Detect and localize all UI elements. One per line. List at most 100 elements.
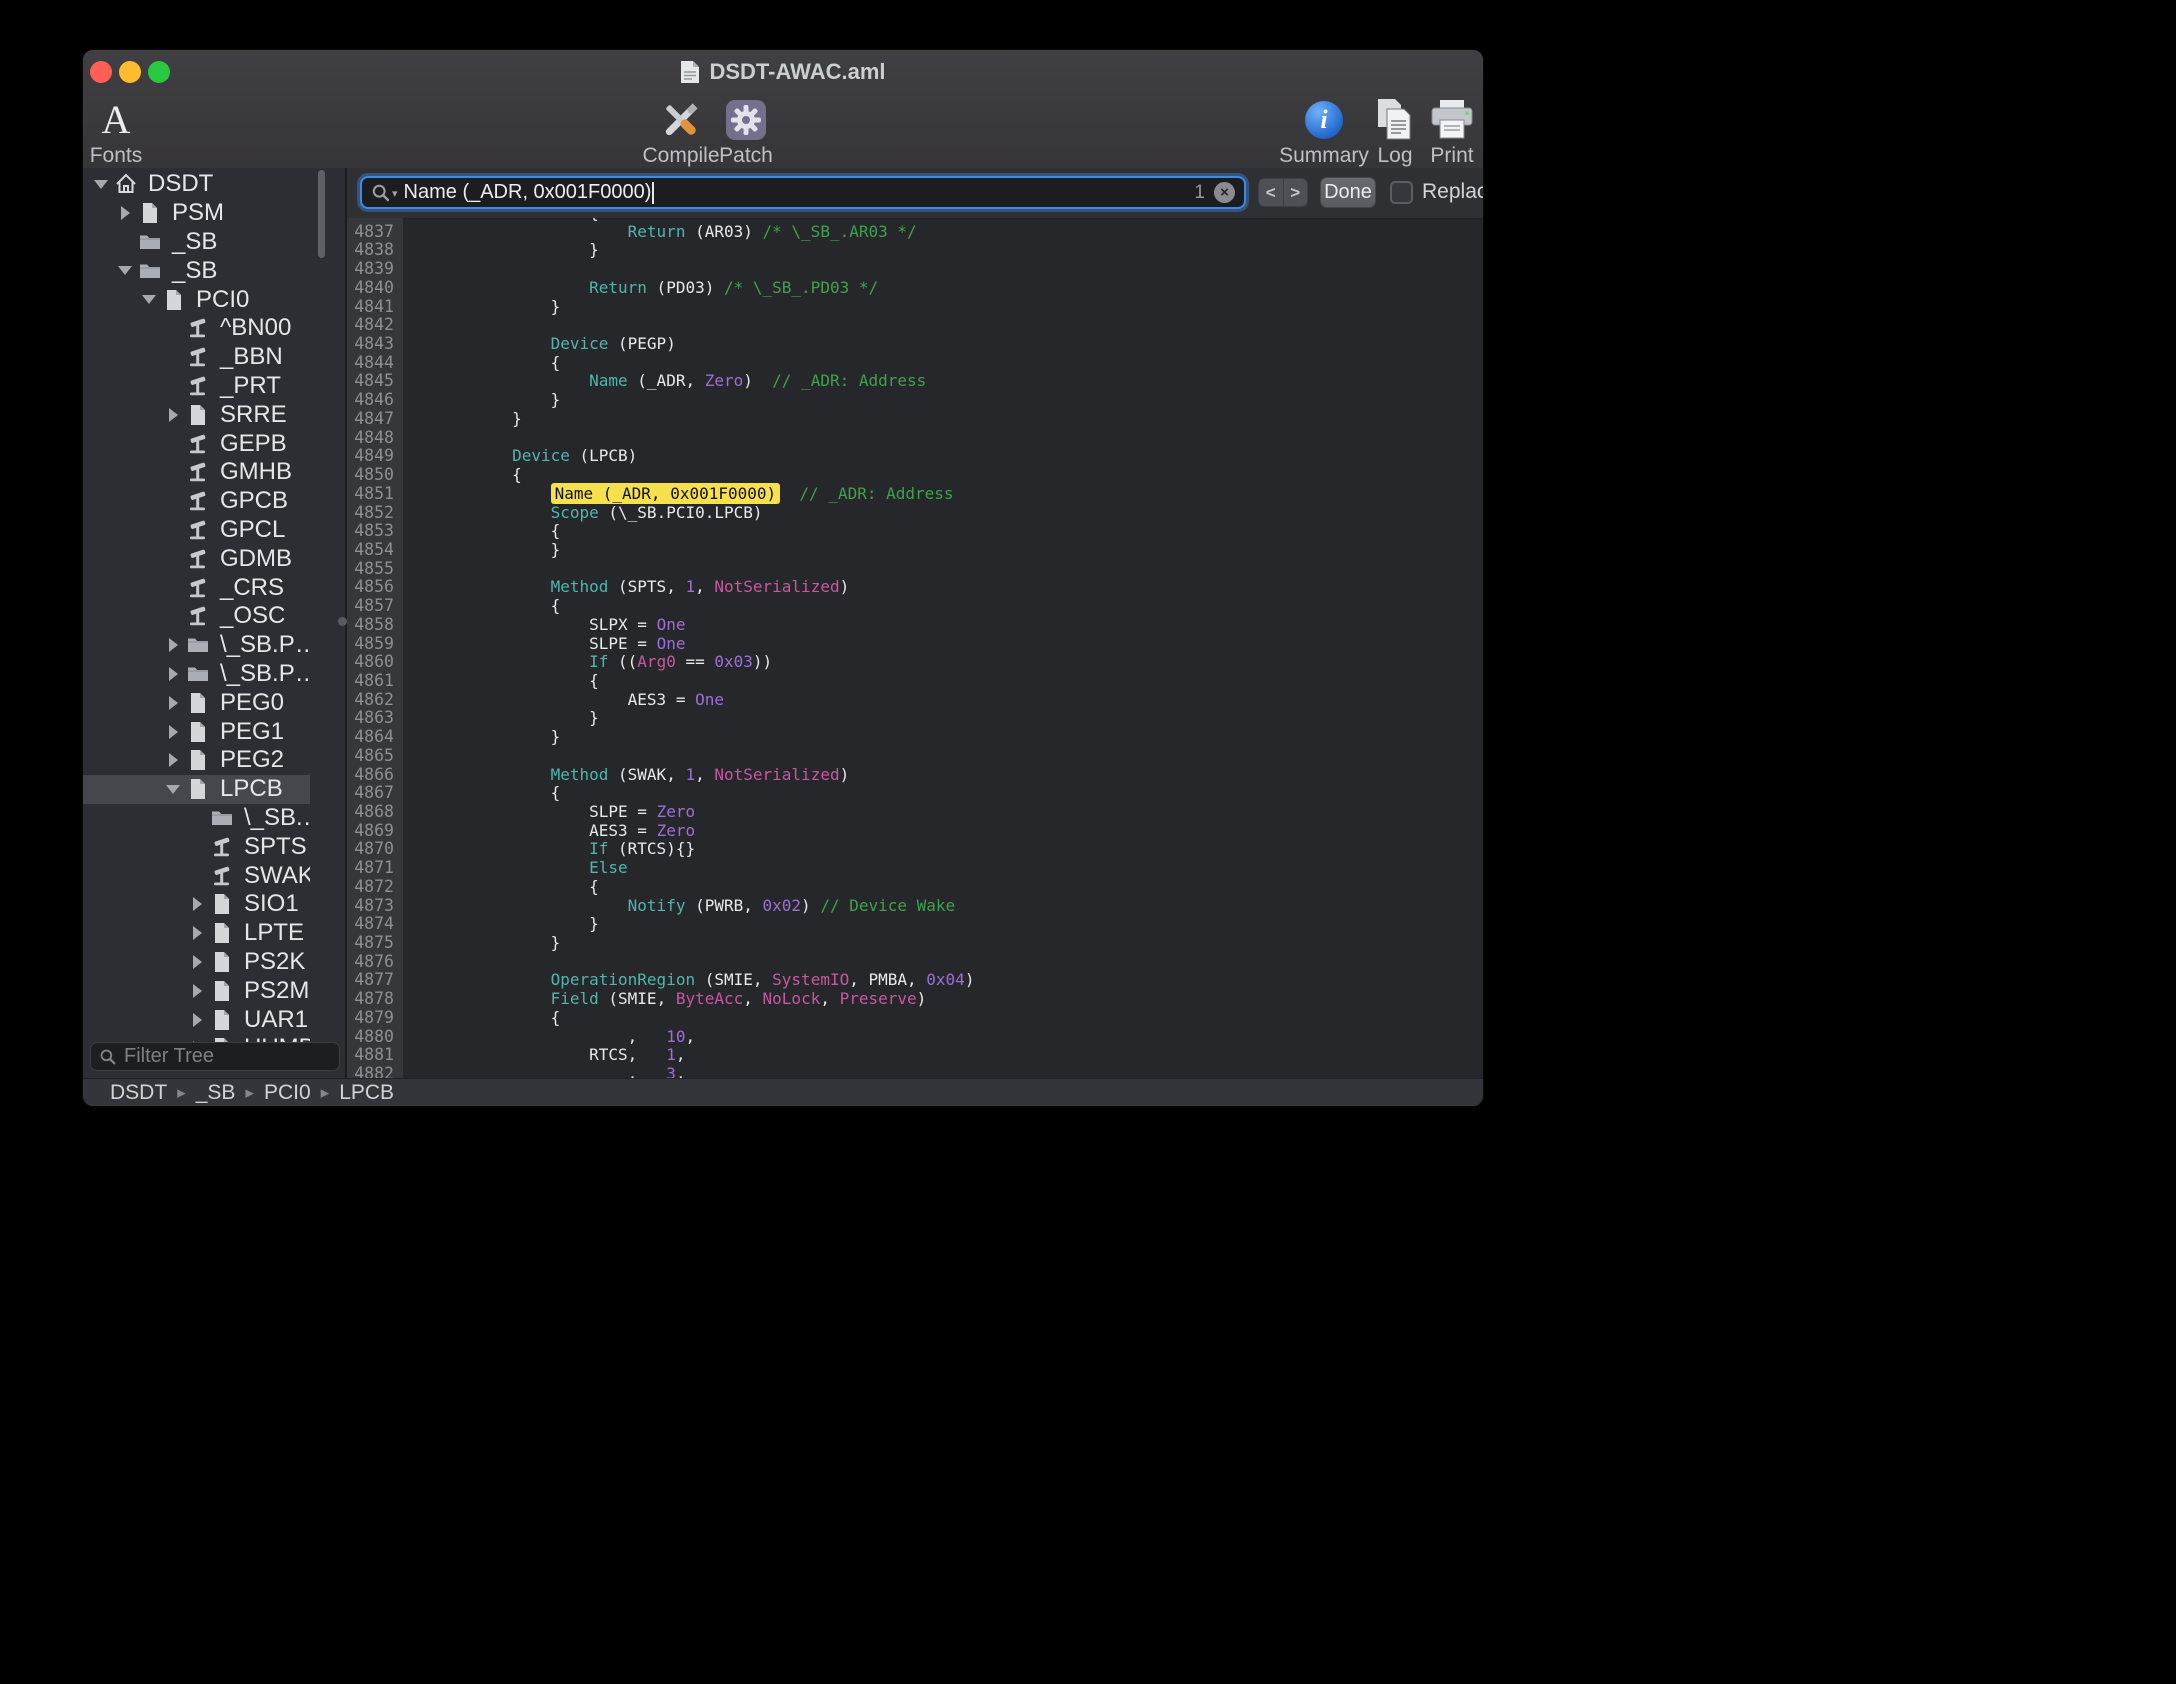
tree-item-srre[interactable]: SRRE — [83, 400, 310, 429]
tree-item-gmhb[interactable]: GMHB — [83, 458, 310, 487]
find-previous-button[interactable]: < — [1259, 179, 1283, 206]
tree-item-sb[interactable]: _SB — [83, 228, 310, 257]
clear-search-icon[interactable]: × — [1214, 182, 1235, 203]
titlebar[interactable]: DSDT-AWAC.aml — [83, 50, 1483, 94]
tree-item-peg0[interactable]: PEG0 — [83, 688, 310, 717]
tree-item-label: SPTS — [244, 833, 307, 861]
tree-item-gpcb[interactable]: GPCB — [83, 487, 310, 516]
line-number-gutter: 4836483748384839484048414842484348444845… — [347, 218, 403, 1078]
tree-item-swak[interactable]: SWAK — [83, 861, 310, 890]
pane-splitter-handle[interactable] — [338, 617, 347, 626]
line-number: 4844 — [347, 354, 403, 373]
line-number: 4881 — [347, 1046, 403, 1065]
find-next-button[interactable]: > — [1283, 179, 1308, 206]
match-count: 1 — [1194, 182, 1205, 204]
code-content[interactable]: { Return (AR03) /* \_SB_.AR03 */ } Retur… — [403, 218, 1483, 1078]
tree-item-peg1[interactable]: PEG1 — [83, 717, 310, 746]
line-number: 4876 — [347, 953, 403, 972]
disclosure-right-icon[interactable] — [162, 638, 184, 652]
disclosure-right-icon[interactable] — [186, 897, 208, 911]
text-caret — [652, 182, 654, 204]
code-line: AES3 = Zero — [435, 822, 1483, 841]
tree-item-sbp[interactable]: \_SB.P… — [83, 660, 310, 689]
tree-item-osc[interactable]: _OSC — [83, 602, 310, 631]
line-number: 4867 — [347, 784, 403, 803]
breadcrumb-item-pci0[interactable]: PCI0 — [264, 1081, 311, 1105]
toolbar-label: Summary — [1279, 144, 1369, 168]
method-icon — [186, 547, 210, 571]
disclosure-right-icon[interactable] — [162, 725, 184, 739]
tree-item-uar1[interactable]: UAR1 — [83, 1005, 310, 1034]
line-number: 4850 — [347, 466, 403, 485]
tree-item-pci0[interactable]: PCI0 — [83, 285, 310, 314]
replace-label[interactable]: Replace — [1422, 180, 1483, 204]
tree-item-bn00[interactable]: ^BN00 — [83, 314, 310, 343]
tree-item-label: \_SB.P… — [220, 631, 310, 659]
line-number: 4861 — [347, 672, 403, 691]
done-button[interactable]: Done — [1320, 177, 1376, 208]
doc-icon — [210, 1008, 234, 1032]
toolbar-item-print[interactable]: Print — [1423, 96, 1481, 168]
tree-item-gepb[interactable]: GEPB — [83, 429, 310, 458]
editor-pane: ▾ Name (_ADR, 0x001F0000) 1 × < > Done R… — [347, 168, 1483, 1078]
disclosure-right-icon[interactable] — [114, 206, 136, 220]
toolbar-item-summary[interactable]: i Summary — [1279, 96, 1369, 168]
find-input[interactable]: ▾ Name (_ADR, 0x001F0000) 1 × — [360, 176, 1246, 209]
sidebar: DSDTPSM_SB_SBPCI0^BN00_BBN_PRTSRREGEPBGM… — [83, 168, 345, 1078]
code-line: { — [435, 784, 1483, 803]
line-number: 4854 — [347, 541, 403, 560]
tree-item-prt[interactable]: _PRT — [83, 372, 310, 401]
tree-item-gpcl[interactable]: GPCL — [83, 516, 310, 545]
tree-item-lpte[interactable]: LPTE — [83, 919, 310, 948]
tree-item-sb[interactable]: _SB — [83, 256, 310, 285]
tree-item-peg2[interactable]: PEG2 — [83, 746, 310, 775]
search-scope-chevron-icon[interactable]: ▾ — [392, 187, 398, 200]
disclosure-right-icon[interactable] — [186, 984, 208, 998]
disclosure-right-icon[interactable] — [162, 696, 184, 710]
disclosure-right-icon[interactable] — [162, 753, 184, 767]
toolbar-item-log[interactable]: Log — [1371, 96, 1419, 168]
folder-icon — [186, 633, 210, 657]
sidebar-scrollbar-thumb[interactable] — [318, 170, 325, 258]
code-line: } — [435, 915, 1483, 934]
disclosure-down-icon[interactable] — [162, 785, 184, 794]
tree-item-sb[interactable]: \_SB.… — [83, 804, 310, 833]
tree-item-bbn[interactable]: _BBN — [83, 343, 310, 372]
tree-item-dsdt[interactable]: DSDT — [83, 170, 310, 199]
breadcrumb-item-sb[interactable]: _SB — [196, 1081, 236, 1105]
tree-item-sbp[interactable]: \_SB.P… — [83, 631, 310, 660]
disclosure-down-icon[interactable] — [114, 266, 136, 275]
filter-tree-input[interactable]: Filter Tree — [90, 1042, 340, 1071]
breadcrumb-item-lpcb[interactable]: LPCB — [339, 1081, 394, 1105]
line-number: 4839 — [347, 260, 403, 279]
code-editor[interactable]: 4836483748384839484048414842484348444845… — [347, 218, 1483, 1078]
toolbar-item-patch[interactable]: Patch — [709, 96, 783, 168]
line-number: 4838 — [347, 241, 403, 260]
tree-item-spts[interactable]: SPTS — [83, 832, 310, 861]
replace-checkbox[interactable] — [1390, 181, 1413, 204]
code-line: Device (LPCB) — [435, 447, 1483, 466]
tree-item-crs[interactable]: _CRS — [83, 573, 310, 602]
disclosure-down-icon[interactable] — [138, 295, 160, 304]
disclosure-right-icon[interactable] — [186, 926, 208, 940]
line-number: 4872 — [347, 878, 403, 897]
disclosure-right-icon[interactable] — [162, 667, 184, 681]
toolbar-item-fonts[interactable]: A Fonts — [85, 96, 147, 168]
disclosure-right-icon[interactable] — [186, 1013, 208, 1027]
breadcrumb-item-dsdt[interactable]: DSDT — [110, 1081, 167, 1105]
disclosure-right-icon[interactable] — [162, 408, 184, 422]
code-line — [435, 560, 1483, 579]
filter-placeholder: Filter Tree — [124, 1045, 214, 1068]
code-line: { — [435, 522, 1483, 541]
tree-item-gdmb[interactable]: GDMB — [83, 544, 310, 573]
tree-item-lpcb[interactable]: LPCB — [83, 775, 310, 804]
tree-item-sio1[interactable]: SIO1 — [83, 890, 310, 919]
code-line: If (RTCS){} — [435, 840, 1483, 859]
fonts-icon: A — [102, 98, 131, 142]
disclosure-down-icon[interactable] — [90, 180, 112, 189]
tree-item-ps2m[interactable]: PS2M — [83, 976, 310, 1005]
code-line: { — [435, 466, 1483, 485]
tree-item-ps2k[interactable]: PS2K — [83, 948, 310, 977]
disclosure-right-icon[interactable] — [186, 955, 208, 969]
tree-item-psm[interactable]: PSM — [83, 199, 310, 228]
